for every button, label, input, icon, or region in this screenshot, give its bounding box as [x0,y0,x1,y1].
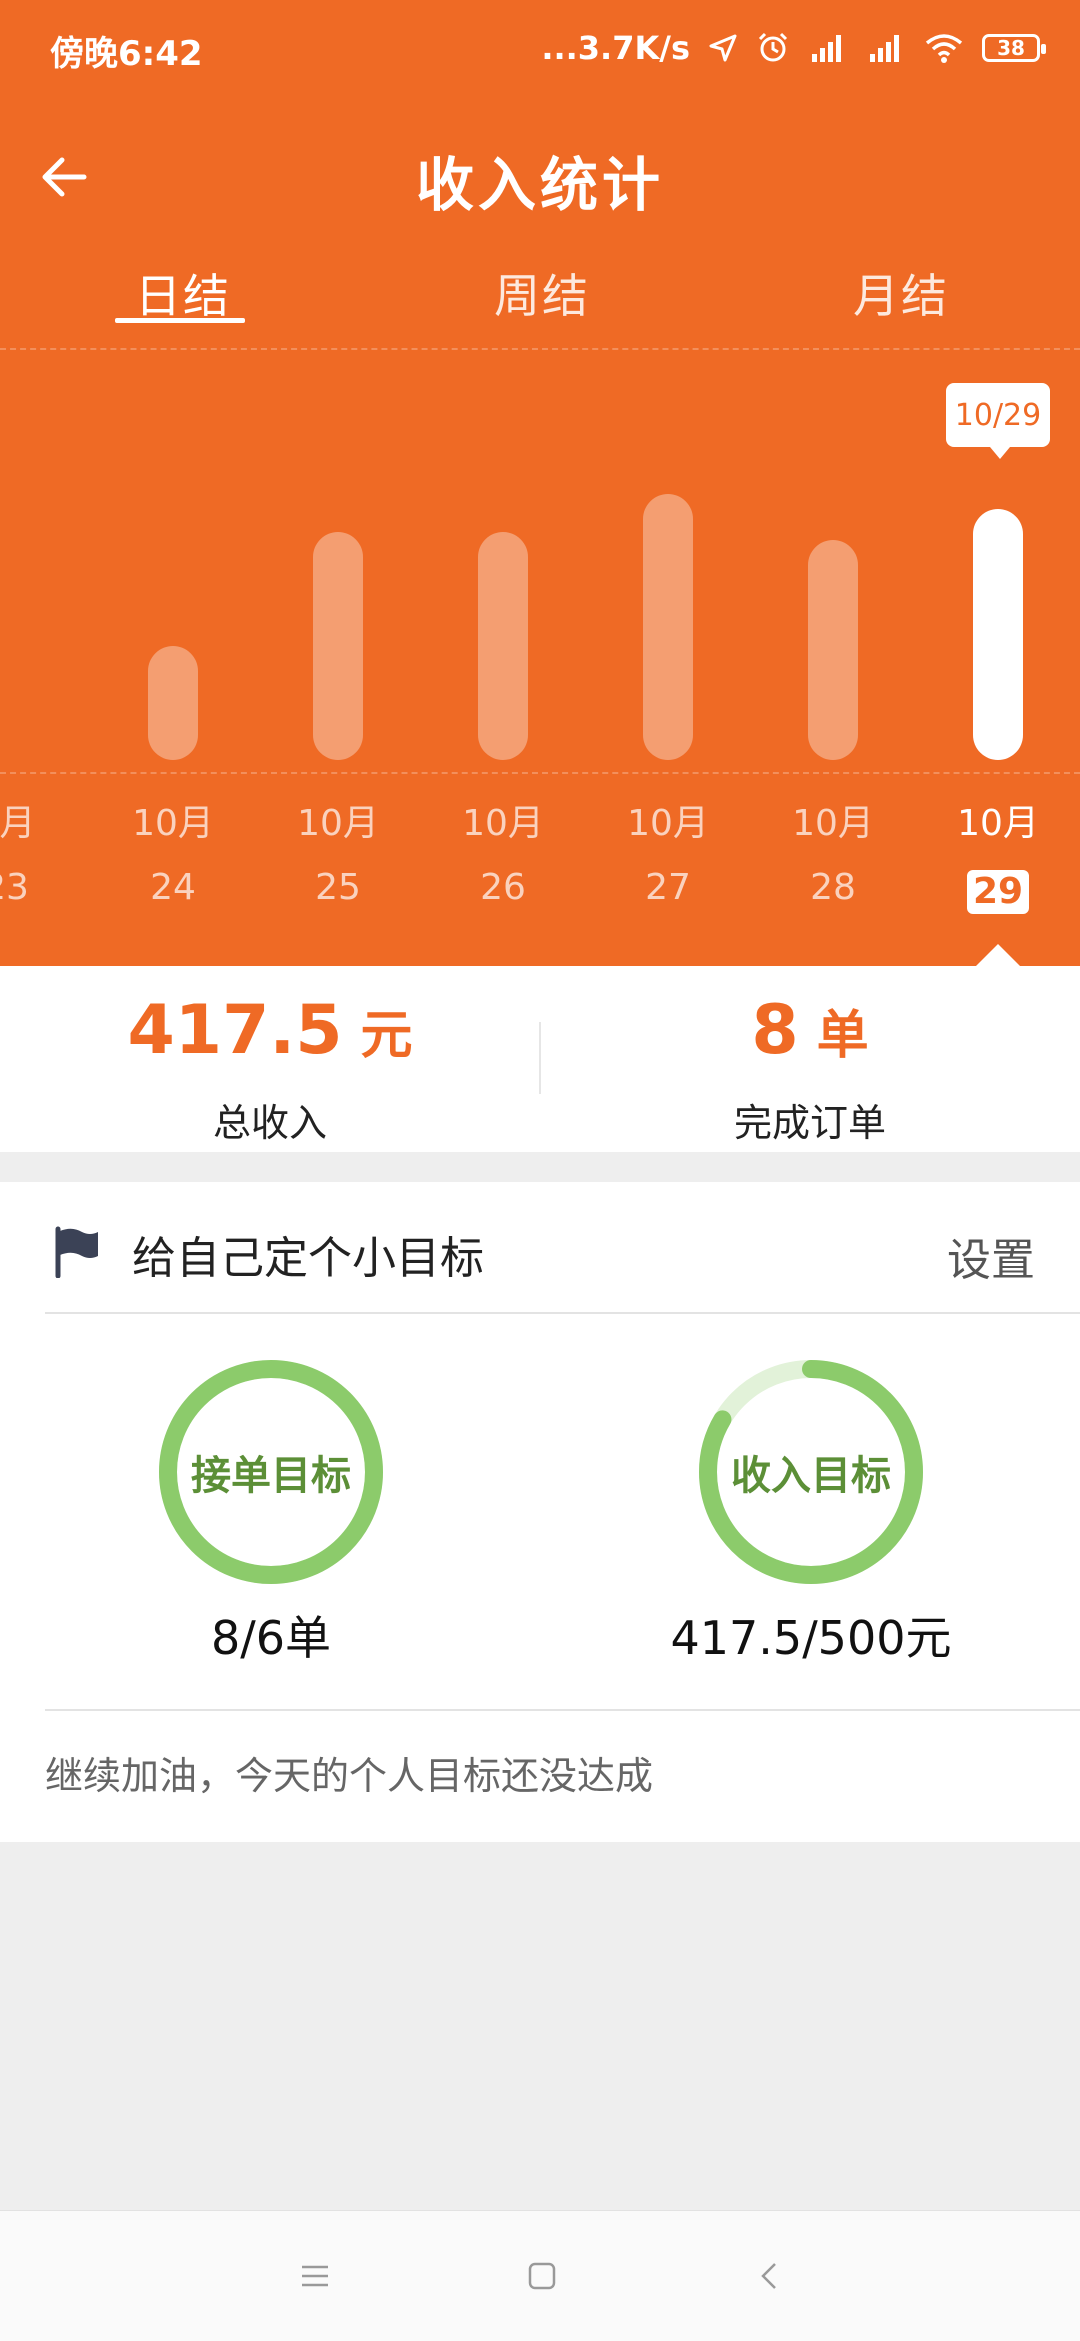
x-axis-month: 10月 [957,803,1039,844]
status-icons: ...3.7K/s 38 [541,26,1046,70]
x-axis-label[interactable]: 10月 27 [608,806,728,906]
battery-icon: 38 [982,34,1046,62]
x-axis-month: 10月 [297,803,379,844]
location-icon [708,33,738,63]
x-axis-label[interactable]: 10月 26 [443,806,563,906]
x-axis-label[interactable]: 0月 23 [0,806,66,906]
goal-title: 给自己定个小目标 [132,1233,484,1284]
x-axis-month: 10月 [132,803,214,844]
total-income-label: 总收入 [212,1101,327,1145]
x-axis-day: 25 [315,867,361,908]
completed-orders-value: 8单 [540,991,1080,1070]
income-goal-label: 收入目标 [731,1453,891,1499]
orders-number: 8 [751,991,799,1070]
orders-unit: 单 [816,1006,869,1066]
tab-monthly[interactable]: 月结 [853,260,949,326]
x-axis-day: 23 [0,867,29,908]
chart-bar[interactable] [808,539,858,760]
x-axis-label[interactable]: 10月 25 [278,806,398,906]
status-bar: 傍晚6:42 ...3.7K/s 38 [0,0,1080,100]
chevron-left-icon [761,2263,776,2289]
income-goal-value: 417.5/500元 [670,1611,952,1665]
completed-orders-label: 完成订单 [733,1101,886,1145]
network-speed: ...3.7K/s [541,29,690,67]
income-unit: 元 [360,1006,413,1066]
system-nav-bar [0,2210,1080,2341]
x-axis-month: 10月 [627,803,709,844]
chart-baseline [0,772,1080,774]
square-home-icon [528,2262,556,2290]
page-title: 收入统计 [415,151,664,219]
wifi-icon [924,32,964,64]
goal-divider-bottom [45,1709,1080,1711]
order-goal-ring: 接单目标 [156,1357,386,1587]
x-axis-label[interactable]: 10月 29 [938,806,1058,914]
goal-tip: 继续加油，今天的个人目标还没达成 [45,1754,654,1798]
x-axis-day: 24 [150,867,196,908]
signal-icon [866,32,906,64]
x-axis-month: 0月 [0,803,36,844]
x-axis-day: 27 [645,867,691,908]
x-axis-day: 26 [480,867,526,908]
header-area: 傍晚6:42 ...3.7K/s 38 收入统计 日结 周结 月结 月 3 10… [0,0,1080,966]
chart-bar[interactable] [148,646,198,760]
order-goal-value: 8/6单 [210,1611,332,1665]
selected-date-tooltip: 10/29 [946,383,1050,459]
order-goal-label: 接单目标 [191,1453,351,1499]
flag-icon [55,1226,98,1278]
tab-weekly[interactable]: 周结 [494,260,590,326]
x-axis-day: 28 [810,867,856,908]
summary-panel: 417.5 元 总收入 8单 完成订单 [0,966,1080,1152]
chart-top-line [0,348,1080,350]
status-time: 傍晚6:42 [50,34,203,74]
active-tab-indicator [115,318,245,323]
menu-button[interactable] [290,2251,340,2301]
signal-hd-icon [808,32,848,64]
goal-card: 给自己定个小目标 设置 接单目标 8/6单 收入目标 417.5/500元 继续… [0,1182,1080,1842]
home-button[interactable] [517,2251,567,2301]
income-goal-ring: 收入目标 [696,1357,926,1587]
x-axis-day: 29 [938,870,1058,914]
x-axis-month: 10月 [792,803,874,844]
goal-settings-button[interactable]: 设置 [947,1224,1035,1288]
period-tabs: 日结 周结 月结 [0,260,1080,340]
goal-divider-top [45,1312,1080,1314]
income-number: 417.5 [127,991,343,1070]
selected-day-caret [976,944,1020,966]
x-axis-label[interactable]: 10月 28 [773,806,893,906]
system-back-button[interactable] [744,2251,794,2301]
chart-bar[interactable] [313,532,363,760]
goal-header: 给自己定个小目标 设置 [0,1182,1080,1312]
chart-bar[interactable] [643,494,693,760]
tab-daily[interactable]: 日结 [135,260,231,326]
chart-bar[interactable] [973,509,1023,760]
battery-level: 38 [997,36,1025,60]
chart-bar[interactable] [478,532,528,760]
alarm-icon [756,31,790,65]
selected-day-badge: 29 [966,870,1030,914]
x-axis-month: 10月 [462,803,544,844]
x-axis-label[interactable]: 10月 24 [113,806,233,906]
top-bar: 收入统计 [0,110,1080,240]
menu-icon [302,2265,328,2287]
total-income-value: 417.5 元 [0,991,540,1070]
